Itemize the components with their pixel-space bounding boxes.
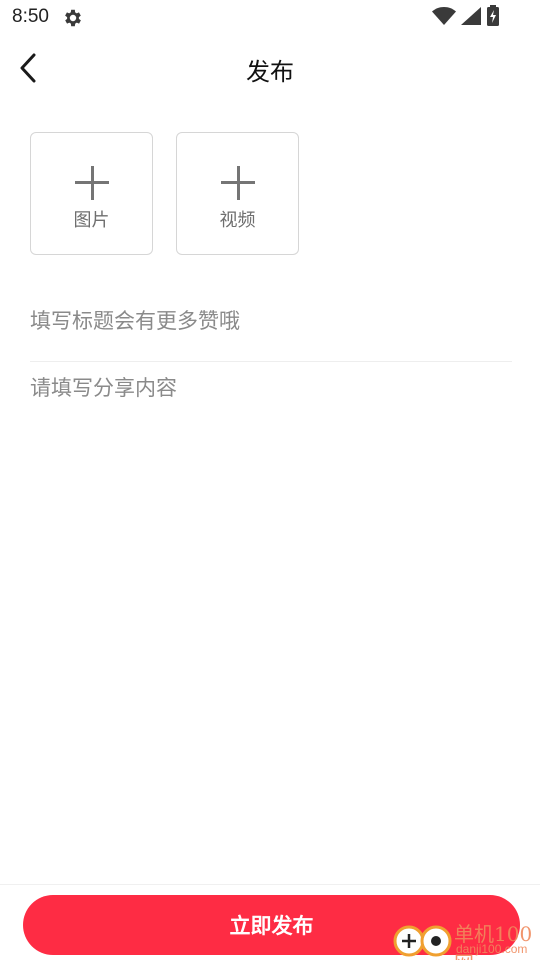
watermark: 单机100网 danji100.com: [392, 916, 538, 960]
nav-bar: 发布: [0, 36, 540, 102]
gear-icon: [62, 7, 84, 29]
status-icons: [432, 5, 500, 31]
plus-icon: [75, 166, 109, 200]
title-input[interactable]: [30, 296, 512, 346]
page-title: 发布: [246, 58, 294, 86]
add-image-label: 图片: [73, 210, 110, 231]
plus-icon: [221, 166, 255, 200]
divider: [30, 361, 512, 362]
watermark-logo-icon: [392, 922, 456, 960]
status-time: 8:50: [12, 6, 49, 27]
add-image-button[interactable]: 图片: [30, 132, 153, 255]
battery-charging-icon: [486, 5, 500, 31]
add-video-label: 视频: [219, 210, 256, 231]
media-picker: 图片 视频: [30, 132, 299, 255]
watermark-subtext: danji100.com: [456, 942, 528, 956]
add-video-button[interactable]: 视频: [176, 132, 299, 255]
status-bar: 8:50: [0, 0, 540, 36]
content-input[interactable]: [30, 372, 512, 842]
signal-icon: [460, 6, 482, 30]
wifi-icon: [432, 6, 456, 30]
